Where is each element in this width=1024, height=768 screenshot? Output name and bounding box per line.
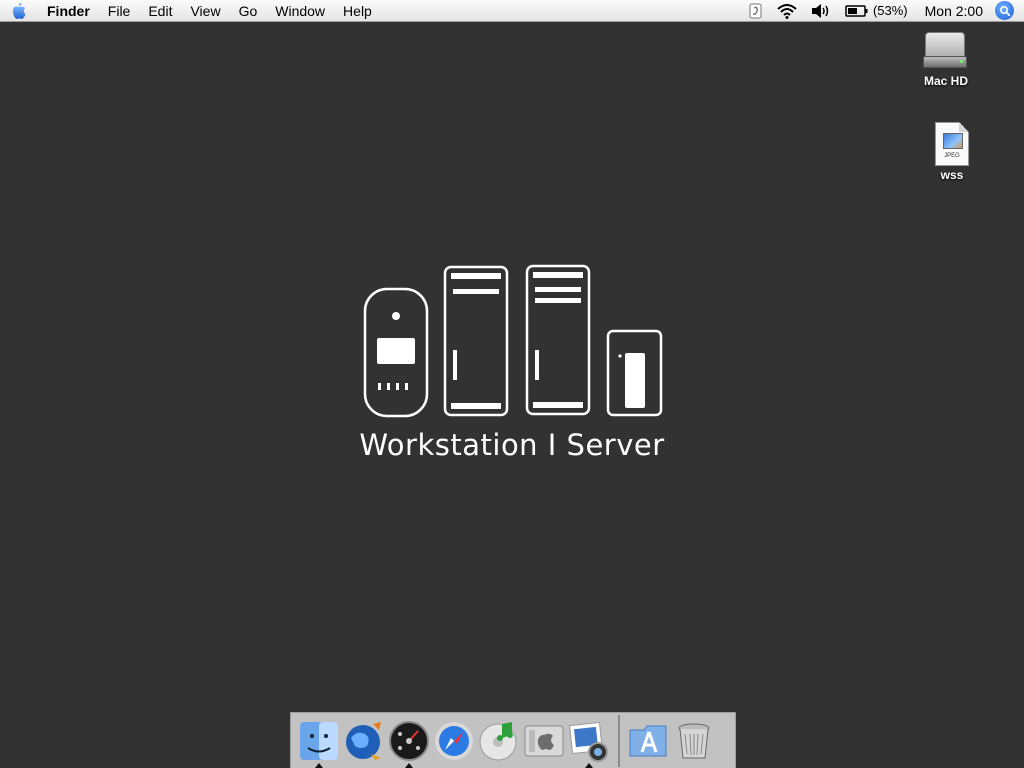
wifi-menu[interactable] (770, 0, 804, 22)
apple-logo-icon (12, 2, 26, 19)
script-menu-icon (749, 3, 762, 18)
wifi-icon (777, 3, 797, 19)
volume-menu[interactable] (804, 0, 838, 22)
dock-item-iphoto[interactable] (567, 718, 611, 768)
hard-drive-icon (923, 30, 969, 72)
menu-view[interactable]: View (181, 0, 229, 22)
menu-help[interactable]: Help (334, 0, 381, 22)
menu-go[interactable]: Go (230, 0, 267, 22)
dock-item-dashboard[interactable] (387, 718, 431, 768)
dock-item-finder[interactable] (297, 718, 341, 768)
spotlight-search-icon (999, 5, 1010, 16)
spotlight-button[interactable] (995, 1, 1014, 20)
dock (290, 712, 736, 768)
dock-item-applications[interactable] (627, 718, 671, 764)
safari-icon (435, 721, 473, 760)
running-indicator (585, 762, 593, 768)
dashboard-icon (389, 720, 429, 761)
jpeg-document-icon: JPEG (935, 122, 969, 166)
desktop-icon-wss[interactable]: JPEG wss (912, 122, 992, 182)
dock-item-network[interactable] (342, 718, 386, 764)
menu-edit[interactable]: Edit (139, 0, 181, 22)
menu-clock[interactable]: Mon 2:00 (915, 0, 995, 22)
status-area: (53%) Mon 2:00 (742, 0, 1024, 22)
apple-menu[interactable] (0, 0, 38, 22)
boot-camp-icon (524, 725, 564, 756)
finder-icon (300, 721, 338, 760)
desktop-icon-label: wss (940, 168, 964, 182)
menu-window[interactable]: Window (266, 0, 334, 22)
itunes-icon (479, 721, 517, 760)
dock-item-itunes[interactable] (477, 718, 521, 764)
applications-folder-icon (629, 725, 667, 756)
network-globe-icon (346, 721, 381, 760)
dock-item-boot-camp[interactable] (522, 718, 566, 764)
dock-item-trash[interactable] (672, 718, 716, 764)
menu-bar: Finder File Edit View Go Window Help (53… (0, 0, 1024, 22)
desktop-icon-mac-hd[interactable]: Mac HD (906, 30, 986, 88)
menu-file[interactable]: File (99, 0, 140, 22)
running-indicator (405, 762, 413, 768)
file-type-badge: JPEG (944, 153, 960, 159)
mac-pro-xserve-family-icon (363, 264, 663, 418)
battery-icon (845, 4, 868, 17)
menu-finder[interactable]: Finder (38, 0, 99, 22)
trash-icon (678, 723, 710, 758)
logo-title: Workstation I Server (359, 428, 665, 462)
volume-icon (811, 3, 829, 18)
iphoto-icon (569, 721, 608, 762)
desktop-icon-label: Mac HD (923, 74, 968, 88)
script-menu[interactable] (742, 0, 770, 22)
battery-menu[interactable]: (53%) (838, 0, 915, 22)
running-indicator (315, 762, 323, 768)
dock-separator (618, 714, 620, 767)
battery-percentage: (53%) (872, 3, 908, 18)
dock-item-safari[interactable] (432, 718, 476, 764)
